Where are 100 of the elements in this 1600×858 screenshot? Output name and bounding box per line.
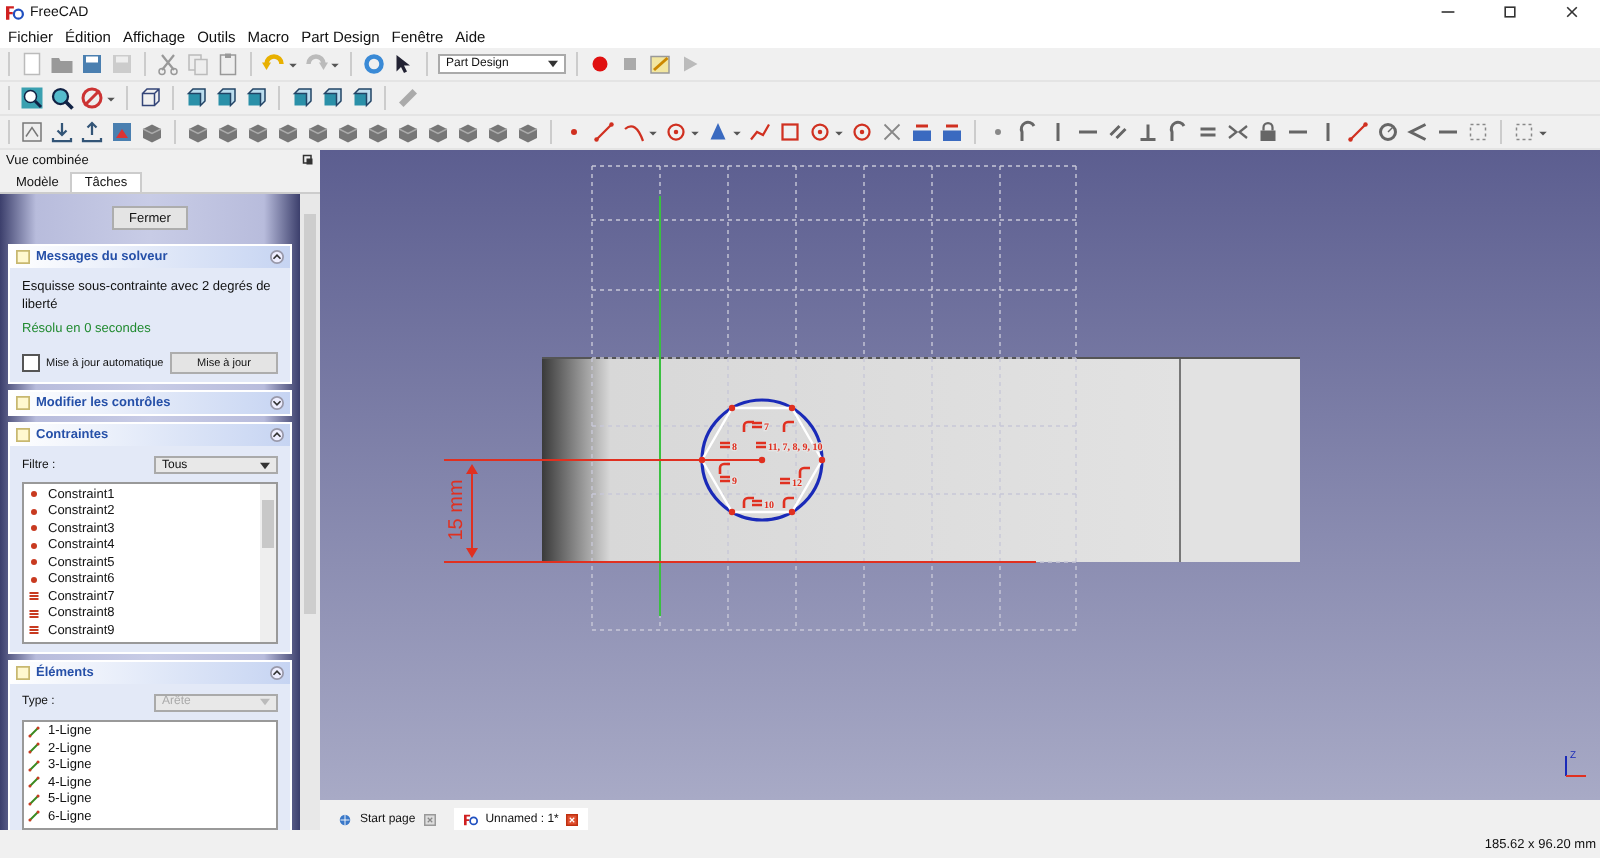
rectangle-icon[interactable] xyxy=(778,120,802,144)
app-logo-icon xyxy=(463,813,478,825)
corner-constraint-icon xyxy=(742,420,754,432)
equal-constraint-icon xyxy=(718,441,732,449)
caret-icon[interactable] xyxy=(1538,127,1548,137)
select-icon[interactable] xyxy=(1512,120,1536,144)
cube-icon[interactable] xyxy=(244,86,268,110)
cone-icon[interactable] xyxy=(706,120,730,144)
lock-icon[interactable] xyxy=(1256,120,1280,144)
pointer-icon[interactable] xyxy=(392,52,416,76)
picture-icon[interactable] xyxy=(110,120,134,144)
maximize-icon[interactable] xyxy=(1502,4,1518,20)
chevron-icon[interactable] xyxy=(270,396,284,410)
draw-style-icon[interactable] xyxy=(80,86,104,110)
equal-constraint-icon xyxy=(28,624,40,637)
solid-shape-icon[interactable] xyxy=(456,120,480,144)
note-icon xyxy=(16,250,30,264)
chevron-icon[interactable] xyxy=(270,428,284,442)
circle-icon[interactable] xyxy=(808,120,832,144)
solid-shape-icon[interactable] xyxy=(426,120,450,144)
save-icon[interactable] xyxy=(80,52,104,76)
tab-close-icon[interactable] xyxy=(566,813,579,825)
caret-icon[interactable] xyxy=(732,127,742,137)
caret-icon[interactable] xyxy=(106,93,116,103)
note-icon xyxy=(16,665,30,679)
note-icon xyxy=(16,428,30,442)
tangent-icon[interactable] xyxy=(1166,120,1190,144)
caret-icon[interactable] xyxy=(648,127,658,137)
external-geometry-icon[interactable] xyxy=(940,120,964,144)
cube-icon[interactable] xyxy=(350,86,374,110)
line-segment-icon xyxy=(28,742,40,755)
solid-shape-icon[interactable] xyxy=(276,120,300,144)
caret-icon[interactable] xyxy=(834,127,844,137)
line-icon[interactable] xyxy=(1346,120,1370,144)
list-scrollbar[interactable] xyxy=(260,484,276,641)
polyline-icon[interactable] xyxy=(748,120,772,144)
equal-constraint-icon xyxy=(754,441,768,449)
scissors-icon[interactable] xyxy=(156,52,180,76)
solid-shape-icon[interactable] xyxy=(366,120,390,144)
cube-icon[interactable] xyxy=(184,86,208,110)
cube-icon[interactable] xyxy=(320,86,344,110)
solid-shape-icon[interactable] xyxy=(306,120,330,144)
select-icon[interactable] xyxy=(1466,120,1490,144)
equal-constraint-icon xyxy=(778,477,792,485)
part-body[interactable] xyxy=(541,357,1301,563)
corner-constraint-icon xyxy=(782,420,794,432)
record-icon[interactable] xyxy=(588,52,612,76)
radius-icon[interactable] xyxy=(1376,120,1400,144)
equal-constraint-icon xyxy=(718,475,732,483)
circle-icon[interactable] xyxy=(850,120,874,144)
zoom-icon[interactable] xyxy=(50,86,74,110)
circle-icon[interactable] xyxy=(664,120,688,144)
export-icon[interactable] xyxy=(50,120,74,144)
line-segment-icon xyxy=(28,725,40,738)
chevron-icon[interactable] xyxy=(270,665,284,679)
corner-constraint-icon xyxy=(798,466,810,478)
caret-icon[interactable] xyxy=(330,59,340,69)
solid-shape-icon[interactable] xyxy=(516,120,540,144)
tangent-icon[interactable] xyxy=(1016,120,1040,144)
solid-shape-icon[interactable] xyxy=(246,120,270,144)
solid-shape-icon[interactable] xyxy=(396,120,420,144)
tab-close-icon[interactable] xyxy=(423,813,436,825)
sketch-icon[interactable] xyxy=(20,120,44,144)
close-icon[interactable] xyxy=(1564,4,1580,20)
corner-constraint-icon xyxy=(782,496,794,508)
dropdown-caret-icon[interactable] xyxy=(548,60,558,68)
folder-icon[interactable] xyxy=(50,52,74,76)
solid-shape-icon[interactable] xyxy=(186,120,210,144)
checkbox[interactable] xyxy=(22,354,40,372)
cube-icon[interactable] xyxy=(290,86,314,110)
macro-editor-icon[interactable] xyxy=(648,52,672,76)
undock-icon[interactable] xyxy=(302,154,314,166)
trim-icon[interactable] xyxy=(880,120,904,144)
symmetry-icon[interactable] xyxy=(1226,120,1250,144)
line-segment-icon xyxy=(28,793,40,806)
caret-icon[interactable] xyxy=(690,127,700,137)
arc-icon[interactable] xyxy=(622,120,646,144)
line-icon[interactable] xyxy=(592,120,616,144)
equal-constraint-icon xyxy=(28,607,40,620)
caret-icon[interactable] xyxy=(288,59,298,69)
app-logo-icon xyxy=(6,5,24,19)
parallel-icon[interactable] xyxy=(1106,120,1130,144)
solid-shape-icon[interactable] xyxy=(140,120,164,144)
perpendicular-icon[interactable] xyxy=(1136,120,1160,144)
solid-shape-icon[interactable] xyxy=(486,120,510,144)
cube-icon[interactable] xyxy=(214,86,238,110)
solid-shape-icon[interactable] xyxy=(216,120,240,144)
axis-cross-icon xyxy=(1565,755,1587,777)
chevron-icon[interactable] xyxy=(270,250,284,264)
solid-shape-icon[interactable] xyxy=(336,120,360,144)
dropdown-caret-icon[interactable] xyxy=(260,461,270,469)
corner-constraint-icon xyxy=(742,496,754,508)
panel-scrollbar[interactable] xyxy=(300,194,320,830)
clipboard-icon[interactable] xyxy=(216,52,240,76)
angle-icon[interactable] xyxy=(1406,120,1430,144)
import-icon[interactable] xyxy=(80,120,104,144)
corner-constraint-icon xyxy=(718,462,730,474)
external-geometry-icon[interactable] xyxy=(910,120,934,144)
fit-all-icon[interactable] xyxy=(20,86,44,110)
wire-cube-icon[interactable] xyxy=(138,86,162,110)
